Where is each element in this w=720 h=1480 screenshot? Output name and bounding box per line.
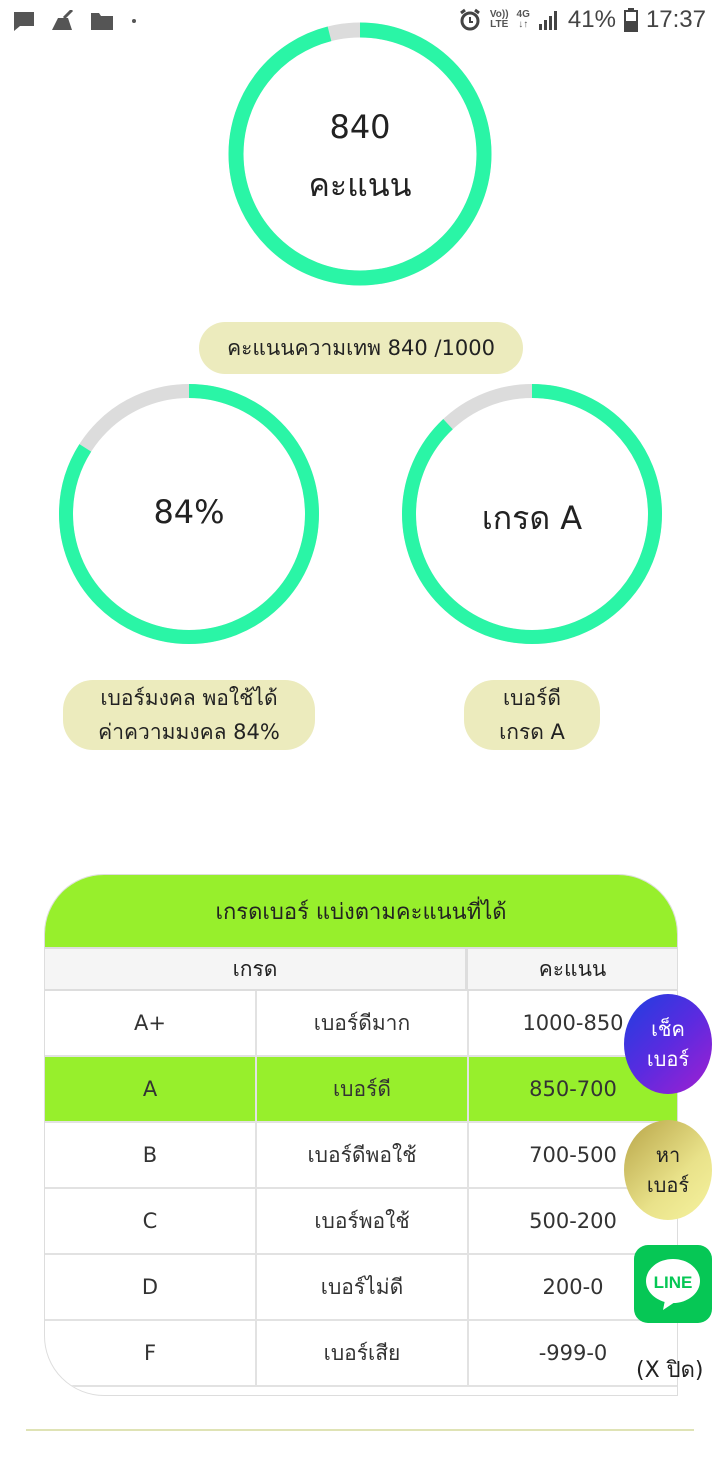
table-row: B เบอร์ดีพอใช้ 700-500 — [45, 1123, 677, 1189]
grade-pill-line2: เกรด A — [499, 720, 565, 744]
table-row: A เบอร์ดี 850-700 — [45, 1057, 677, 1123]
bottom-divider — [26, 1429, 694, 1431]
main-score-progress-arc — [228, 22, 492, 286]
main-score-unit: คะแนน — [308, 166, 412, 204]
line-logo-icon: LINE — [646, 1259, 700, 1310]
lucky-pill-line2: ค่าความมงคล 84% — [98, 720, 280, 744]
score-pill: คะแนนความเทพ 840 /1000 — [199, 322, 523, 374]
header-score: คะแนน — [538, 956, 607, 981]
main-score-ring: 840 คะแนน — [228, 20, 492, 288]
grade-cell: D — [45, 1255, 257, 1319]
grade-pill-line1: เบอร์ดี — [502, 686, 562, 710]
lucky-pill: เบอร์มงคล พอใช้ได้ ค่าความมงคล 84% — [63, 680, 315, 750]
grade-pill: เบอร์ดี เกรด A — [464, 680, 600, 750]
lucky-meter-ring: 84% — [58, 383, 320, 645]
table-row: C เบอร์พอใช้ 500-200 — [45, 1189, 677, 1255]
grade-table-body: A+ เบอร์ดีมาก 1000-850 A เบอร์ดี 850-700 B เบอร… — [45, 991, 677, 1387]
grade-cell: A — [45, 1057, 257, 1121]
main-score-value: 840 — [329, 108, 391, 146]
grade-table-title: เกรดเบอร์ แบ่งตามคะแนนที่ได้ — [45, 875, 677, 947]
find-number-label-2: เบอร์ — [646, 1173, 690, 1197]
lucky-pill-line1: เบอร์มงคล พอใช้ได้ — [100, 686, 278, 710]
find-number-label-1: หา — [655, 1143, 681, 1167]
table-row: F เบอร์เสีย -999-0 — [45, 1321, 677, 1387]
description-cell: เบอร์พอใช้ — [257, 1189, 469, 1253]
check-number-label-2: เบอร์ — [646, 1047, 690, 1071]
grade-cell: C — [45, 1189, 257, 1253]
description-cell: เบอร์เสีย — [257, 1321, 469, 1385]
header-grade: เกรด — [45, 949, 468, 989]
grade-meter-ring: เกรด A — [401, 383, 663, 645]
table-row: D เบอร์ไม่ดี 200-0 — [45, 1255, 677, 1321]
description-cell: เบอร์ดี — [257, 1057, 469, 1121]
check-number-label-1: เช็ค — [651, 1017, 685, 1041]
grade-cell: F — [45, 1321, 257, 1385]
description-cell: เบอร์ดีพอใช้ — [257, 1123, 469, 1187]
description-cell: เบอร์ไม่ดี — [257, 1255, 469, 1319]
score-pill-text: คะแนนความเทพ 840 /1000 — [227, 336, 495, 360]
grade-table: เกรดเบอร์ แบ่งตามคะแนนที่ได้ เกรด คะแนน … — [44, 874, 678, 1396]
description-cell: เบอร์ดีมาก — [257, 991, 469, 1055]
check-number-button[interactable]: เช็ค เบอร์ — [624, 994, 712, 1094]
lucky-meter-value: 84% — [153, 493, 225, 531]
grade-cell: A+ — [45, 991, 257, 1055]
close-floating-button[interactable]: (X ปิด) — [636, 1352, 703, 1387]
line-chat-button[interactable]: LINE — [634, 1245, 712, 1323]
find-number-button[interactable]: หา เบอร์ — [624, 1120, 712, 1220]
grade-cell: B — [45, 1123, 257, 1187]
line-logo-text: LINE — [654, 1273, 693, 1292]
table-row: A+ เบอร์ดีมาก 1000-850 — [45, 991, 677, 1057]
grade-meter-value: เกรด A — [481, 499, 583, 537]
grade-table-header: เกรด คะแนน — [45, 947, 677, 991]
